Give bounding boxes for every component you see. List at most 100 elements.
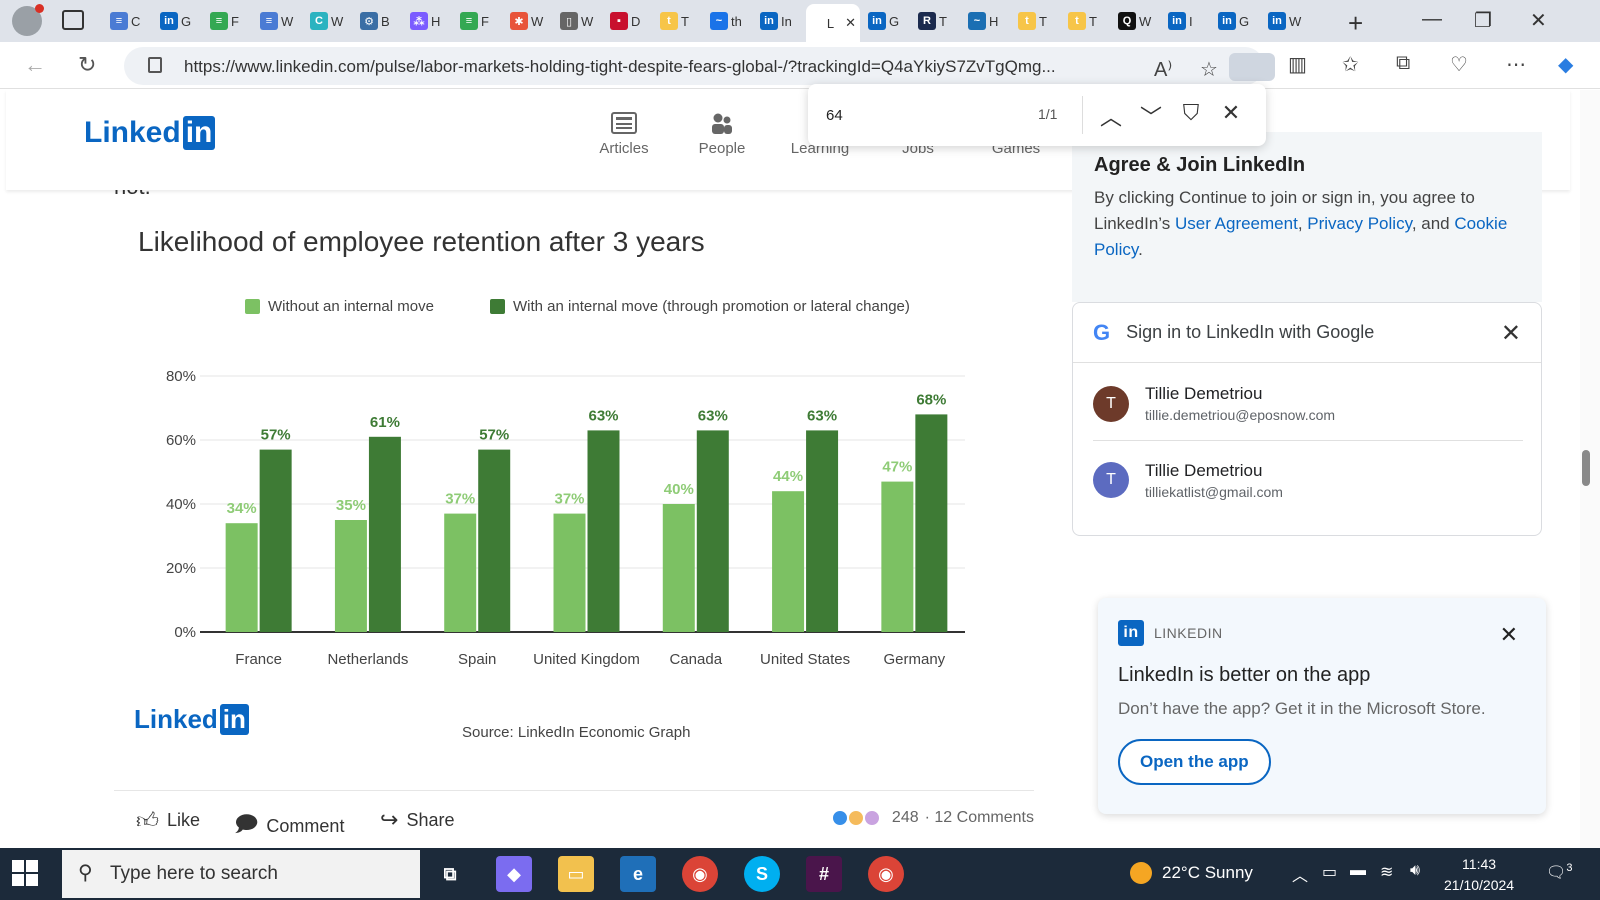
close-window-icon[interactable]: ✕ xyxy=(1530,8,1547,33)
slack-icon[interactable]: # xyxy=(806,856,842,892)
comment-button[interactable]: 🗩 Comment xyxy=(234,807,344,845)
meet-now-icon[interactable]: ▭ xyxy=(1322,862,1337,882)
like-button[interactable]: 👍︎ Like xyxy=(136,807,200,834)
collections-icon[interactable]: ⧉ xyxy=(1396,52,1410,75)
google-account-1[interactable]: T Tillie Demetriou tillie.demetriou@epos… xyxy=(1093,367,1523,441)
find-divider xyxy=(1082,96,1083,134)
nav-articles[interactable]: Articles xyxy=(584,112,664,157)
browser-tab[interactable]: tT xyxy=(656,6,693,36)
browser-tab[interactable]: in I xyxy=(1164,6,1197,36)
file-explorer-icon[interactable]: ▭ xyxy=(558,856,594,892)
copilot-icon[interactable]: ◆ xyxy=(1558,52,1573,77)
find-close-icon[interactable]: ✕ xyxy=(1216,100,1246,126)
scrollbar-thumb[interactable] xyxy=(1582,450,1590,486)
privacy-policy-link[interactable]: Privacy Policy xyxy=(1307,214,1412,233)
close-icon[interactable]: ✕ xyxy=(1501,319,1521,348)
battery-icon[interactable]: ▬ xyxy=(1350,862,1366,880)
browser-tab[interactable]: ▪ D xyxy=(606,6,644,36)
nav-people[interactable]: People xyxy=(682,112,762,157)
address-bar[interactable]: https://www.linkedin.com/pulse/labor-mar… xyxy=(124,47,1275,85)
browser-tab[interactable]: ≡ F xyxy=(206,6,243,36)
bar xyxy=(368,436,401,632)
favorites-icon[interactable]: ✩ xyxy=(1342,52,1359,77)
browser-tab[interactable]: ≡ F xyxy=(456,6,493,36)
url-text[interactable]: https://www.linkedin.com/pulse/labor-mar… xyxy=(184,57,1056,77)
logo-in: in xyxy=(182,116,216,150)
task-view-icon[interactable]: ⧉ xyxy=(432,856,468,892)
tab-favicon-icon: in xyxy=(160,12,178,30)
chrome-icon[interactable]: ◉ xyxy=(682,856,718,892)
browser-tab[interactable]: ~ H xyxy=(964,6,1002,36)
browser-tab[interactable]: in W xyxy=(1264,6,1305,36)
copilot-app-icon[interactable]: ◆ xyxy=(496,856,532,892)
notifications-icon[interactable]: 🗨︎3 xyxy=(1546,862,1572,882)
x-tick-label: France xyxy=(235,651,282,668)
legend-label: Without an internal move xyxy=(268,298,434,315)
browser-tab[interactable]: ✱ W xyxy=(506,6,547,36)
new-tab-button[interactable]: + xyxy=(1348,8,1363,39)
restore-icon[interactable]: ❐ xyxy=(1474,8,1492,33)
clock[interactable]: 11:43 21/10/2024 xyxy=(1444,854,1514,896)
find-input[interactable] xyxy=(818,96,1054,134)
browser-tab[interactable]: ~ th xyxy=(706,6,746,36)
reactions-summary[interactable]: 248 · 12 Comments xyxy=(831,809,1034,827)
find-filter-icon[interactable]: ⛉ xyxy=(1176,100,1206,126)
browser-tab[interactable]: ▯ W xyxy=(556,6,597,36)
settings-more-icon[interactable]: ⋯ xyxy=(1506,52,1526,77)
y-tick-label: 60% xyxy=(166,432,196,449)
minimize-icon[interactable]: — xyxy=(1422,8,1442,31)
comment-count[interactable]: · 12 Comments xyxy=(925,809,1034,827)
close-tab-icon[interactable]: ✕ xyxy=(845,15,856,31)
browser-tab[interactable]: tT xyxy=(1014,6,1051,36)
browser-tab[interactable]: ⁂ H xyxy=(406,6,444,36)
browser-tab[interactable]: tT xyxy=(1064,6,1101,36)
show-hidden-icons-icon[interactable]: ︿ xyxy=(1292,862,1308,886)
wifi-icon[interactable]: ≋ xyxy=(1380,862,1393,882)
edge-icon[interactable]: e xyxy=(620,856,656,892)
taskbar-search[interactable]: ⚲ Type here to search xyxy=(62,850,420,898)
volume-icon[interactable]: 🔊︎ xyxy=(1410,862,1420,880)
tab-label: th xyxy=(731,13,742,29)
user-agreement-link[interactable]: User Agreement xyxy=(1175,214,1298,233)
weather-widget[interactable]: 22°C Sunny xyxy=(1130,862,1253,884)
chrome-profile-icon[interactable]: ◉ xyxy=(868,856,904,892)
browser-tab[interactable]: L ✕ xyxy=(806,4,860,42)
lock-icon[interactable] xyxy=(148,57,162,73)
find-next-icon[interactable]: ﹀ xyxy=(1136,100,1166,132)
split-screen-icon[interactable]: ▥ xyxy=(1288,52,1307,77)
google-account-2[interactable]: T Tillie Demetriou tilliekatlist@gmail.c… xyxy=(1093,443,1523,517)
close-promo-icon[interactable]: ✕ xyxy=(1500,622,1518,648)
tab-favicon-icon: in xyxy=(1168,12,1186,30)
tab-actions-icon[interactable] xyxy=(62,10,84,30)
profile-avatar-icon[interactable] xyxy=(12,4,44,36)
find-on-page-icon[interactable] xyxy=(1229,53,1275,81)
browser-tab[interactable]: ⚙ B xyxy=(356,6,394,36)
find-previous-icon[interactable]: ︿ xyxy=(1096,100,1126,132)
bar xyxy=(696,430,729,632)
tab-label: W xyxy=(281,13,294,29)
read-aloud-icon[interactable]: A⁾ xyxy=(1154,57,1172,82)
browser-tab[interactable]: in In xyxy=(756,6,796,36)
browser-tab[interactable]: in G xyxy=(156,6,195,36)
windows-start-icon[interactable] xyxy=(12,860,38,886)
insightful-reaction-icon xyxy=(847,810,864,826)
comment-icon: 🗩 xyxy=(234,811,259,836)
y-tick-label: 20% xyxy=(166,560,196,577)
linkedin-logo[interactable]: Linked in xyxy=(84,116,216,150)
browser-tab[interactable]: QW xyxy=(1114,6,1155,36)
browser-tab[interactable]: ≡ W xyxy=(256,6,297,36)
back-icon[interactable]: ← xyxy=(24,52,46,78)
browser-tab[interactable]: in G xyxy=(864,6,903,36)
browser-tab[interactable]: in G xyxy=(1214,6,1253,36)
tab-favicon-icon: in xyxy=(1268,12,1286,30)
open-app-button[interactable]: Open the app xyxy=(1118,739,1271,785)
browser-tab[interactable]: CW xyxy=(306,6,347,36)
skype-icon[interactable]: S xyxy=(744,856,780,892)
browser-tab[interactable]: RT xyxy=(914,6,951,36)
favorite-star-icon[interactable]: ☆ xyxy=(1200,57,1218,82)
share-button[interactable]: ↪ Share xyxy=(380,807,454,833)
refresh-icon[interactable]: ↻ xyxy=(78,52,96,78)
browser-essentials-icon[interactable]: ♡ xyxy=(1450,52,1468,77)
tab-label: W xyxy=(1139,13,1152,29)
browser-tab[interactable]: ≡ C xyxy=(106,6,144,36)
